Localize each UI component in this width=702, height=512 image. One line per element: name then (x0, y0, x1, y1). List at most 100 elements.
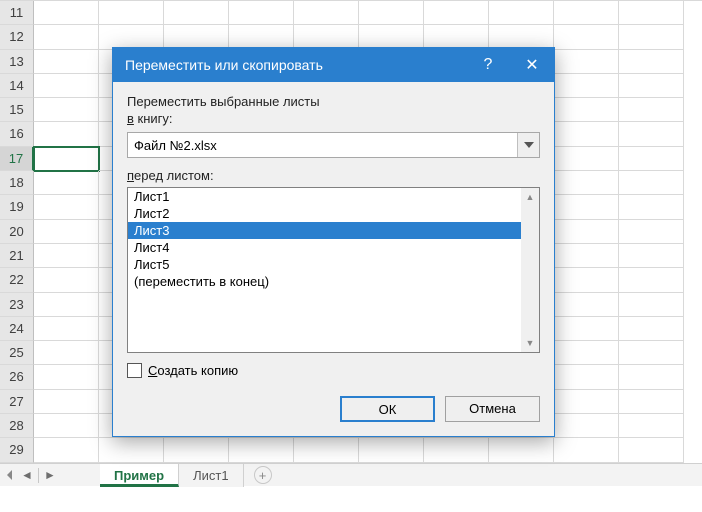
row-header[interactable]: 24 (0, 317, 34, 341)
close-button[interactable]: ✕ (510, 48, 554, 82)
row-header[interactable]: 29 (0, 438, 34, 462)
cell[interactable] (554, 390, 619, 414)
cell[interactable] (619, 341, 684, 365)
cell[interactable] (34, 25, 99, 49)
cell[interactable] (164, 438, 229, 462)
cell[interactable] (294, 1, 359, 25)
tab-nav-prev-icon[interactable]: ◄ (18, 464, 36, 486)
cell[interactable] (619, 390, 684, 414)
sheet-tab[interactable]: Пример (100, 464, 179, 487)
scroll-up-icon[interactable]: ▲ (521, 188, 539, 206)
cell[interactable] (34, 293, 99, 317)
cell[interactable] (164, 1, 229, 25)
cell[interactable] (424, 25, 489, 49)
create-copy-checkbox[interactable] (127, 363, 142, 378)
row-header[interactable]: 14 (0, 74, 34, 98)
list-item[interactable]: Лист2 (128, 205, 521, 222)
row-header[interactable]: 25 (0, 341, 34, 365)
list-item[interactable]: Лист1 (128, 188, 521, 205)
create-copy-row[interactable]: Создать копию (127, 363, 540, 378)
cell[interactable] (34, 244, 99, 268)
row-header[interactable]: 17 (0, 147, 34, 171)
row-header[interactable]: 21 (0, 244, 34, 268)
cell[interactable] (34, 341, 99, 365)
cell[interactable] (34, 414, 99, 438)
row-header[interactable]: 28 (0, 414, 34, 438)
cell[interactable] (619, 317, 684, 341)
cell[interactable] (164, 25, 229, 49)
cell[interactable] (99, 1, 164, 25)
cell[interactable] (554, 74, 619, 98)
cell[interactable] (294, 25, 359, 49)
row-header[interactable]: 27 (0, 390, 34, 414)
tab-nav-next-icon[interactable]: ► (41, 464, 59, 486)
book-combo[interactable]: Файл №2.xlsx (127, 132, 540, 158)
cell[interactable] (424, 1, 489, 25)
cell[interactable] (34, 195, 99, 219)
cell[interactable] (34, 390, 99, 414)
cell[interactable] (619, 268, 684, 292)
cell[interactable] (34, 122, 99, 146)
cell[interactable] (619, 220, 684, 244)
cell[interactable] (619, 74, 684, 98)
row-header[interactable]: 13 (0, 50, 34, 74)
cell[interactable] (359, 438, 424, 462)
cell[interactable] (619, 195, 684, 219)
add-sheet-button[interactable]: + (254, 466, 272, 484)
cell[interactable] (554, 195, 619, 219)
cell[interactable] (554, 1, 619, 25)
cell[interactable] (619, 438, 684, 462)
cell[interactable] (619, 1, 684, 25)
cell[interactable] (554, 268, 619, 292)
cell[interactable] (34, 220, 99, 244)
row-header[interactable]: 12 (0, 25, 34, 49)
cell[interactable] (229, 438, 294, 462)
cell[interactable] (554, 25, 619, 49)
cell[interactable] (424, 438, 489, 462)
cell[interactable] (619, 25, 684, 49)
cell[interactable] (229, 25, 294, 49)
cell[interactable] (359, 25, 424, 49)
cell[interactable] (619, 171, 684, 195)
cell[interactable] (554, 147, 619, 171)
cell[interactable] (619, 365, 684, 389)
cell[interactable] (34, 438, 99, 462)
row-header[interactable]: 26 (0, 365, 34, 389)
cell[interactable] (99, 25, 164, 49)
cell[interactable] (619, 244, 684, 268)
cell[interactable] (554, 365, 619, 389)
cell[interactable] (554, 317, 619, 341)
row-header[interactable]: 16 (0, 122, 34, 146)
cell[interactable] (554, 341, 619, 365)
chevron-down-icon[interactable] (517, 133, 539, 157)
cell[interactable] (294, 438, 359, 462)
cell[interactable] (359, 1, 424, 25)
cell[interactable] (99, 438, 164, 462)
cell[interactable] (554, 50, 619, 74)
dialog-titlebar[interactable]: Переместить или скопировать ? ✕ (113, 48, 554, 82)
scrollbar[interactable]: ▲ ▼ (521, 188, 539, 352)
sheet-tab[interactable]: Лист1 (179, 464, 243, 487)
sheet-listbox[interactable]: Лист1Лист2Лист3Лист4Лист5(переместить в … (127, 187, 540, 353)
cell[interactable] (554, 98, 619, 122)
cell[interactable] (619, 122, 684, 146)
cell[interactable] (34, 98, 99, 122)
row-header[interactable]: 19 (0, 195, 34, 219)
row-header[interactable]: 23 (0, 293, 34, 317)
cell[interactable] (34, 317, 99, 341)
row-header[interactable]: 15 (0, 98, 34, 122)
cancel-button[interactable]: Отмена (445, 396, 540, 422)
list-item[interactable]: Лист5 (128, 256, 521, 273)
cell[interactable] (554, 171, 619, 195)
cell[interactable] (34, 74, 99, 98)
row-header[interactable]: 11 (0, 1, 34, 25)
cell[interactable] (554, 244, 619, 268)
cell[interactable] (554, 220, 619, 244)
ok-button[interactable]: ОК (340, 396, 435, 422)
cell[interactable] (619, 293, 684, 317)
cell[interactable] (619, 414, 684, 438)
cell[interactable] (229, 1, 294, 25)
list-item[interactable]: (переместить в конец) (128, 273, 521, 290)
cell[interactable] (489, 438, 554, 462)
cell[interactable] (34, 171, 99, 195)
